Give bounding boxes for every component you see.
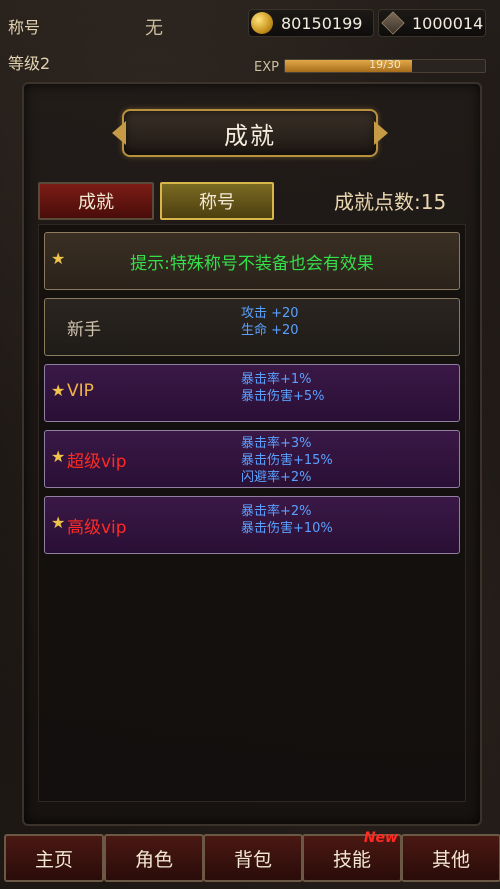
tab-achievements[interactable]: 成就	[38, 182, 154, 220]
exp-text: 19/30	[369, 58, 401, 71]
title-name: 超级vip	[67, 452, 127, 472]
nav-other-button[interactable]: 其他	[401, 834, 500, 882]
banner-right-ornament-icon	[374, 121, 388, 145]
nav-home-button[interactable]: 主页	[4, 834, 104, 882]
tab-titles[interactable]: 称号	[160, 182, 274, 220]
stat-line: 生命 +20	[241, 323, 299, 338]
level-label: 等级2	[8, 54, 51, 73]
title-stats: 暴击率+2% 暴击伤害+10%	[241, 503, 333, 537]
nav-skills-label: 技能	[332, 848, 371, 871]
title-value: 无	[145, 18, 163, 39]
banner-left-ornament-icon	[112, 121, 126, 145]
stat-line: 暴击伤害+5%	[241, 389, 325, 404]
title-name: 新手	[67, 320, 101, 340]
star-icon: ★	[51, 381, 66, 400]
stat-line: 攻击 +20	[241, 306, 299, 321]
new-badge: New	[363, 830, 398, 846]
list-item-title[interactable]: ★ VIP 暴击率+1% 暴击伤害+5%	[44, 364, 460, 422]
stat-line: 暴击率+1%	[241, 372, 312, 387]
nav-character-button[interactable]: 角色	[104, 834, 204, 882]
title-name: VIP	[67, 381, 94, 401]
page-title-banner: 成就	[112, 103, 388, 163]
title-stats: 攻击 +20 生命 +20	[241, 305, 299, 339]
exp-label: EXP	[254, 60, 279, 75]
gem-icon	[381, 11, 405, 35]
title-label: 称号	[8, 18, 41, 37]
star-icon: ★	[51, 513, 66, 532]
exp-bar: 19/30	[284, 58, 486, 73]
stat-line: 暴击率+3%	[241, 436, 312, 451]
gem-amount: 1000014	[412, 13, 484, 33]
achievement-points: 成就点数:15	[334, 190, 447, 214]
nav-bag-button[interactable]: 背包	[203, 834, 303, 882]
stat-line: 闪避率+2%	[241, 470, 312, 485]
stat-line: 暴击伤害+15%	[241, 453, 333, 468]
title-stats: 暴击率+1% 暴击伤害+5%	[241, 371, 325, 405]
list-item-title[interactable]: 新手 攻击 +20 生命 +20	[44, 298, 460, 356]
page-title: 成就	[224, 121, 276, 150]
star-icon: ★	[51, 447, 66, 466]
gold-coin-icon	[251, 12, 273, 34]
title-name: 高级vip	[67, 518, 127, 538]
stat-line: 暴击率+2%	[241, 504, 312, 519]
list-item-title[interactable]: ★ 高级vip 暴击率+2% 暴击伤害+10%	[44, 496, 460, 554]
nav-skills-button[interactable]: 技能 New	[302, 830, 402, 882]
gold-amount: 80150199	[281, 13, 363, 33]
gold-display[interactable]: 80150199	[248, 9, 374, 37]
gem-display[interactable]: 1000014	[378, 9, 486, 37]
hint-text: 提示:特殊称号不装备也会有效果	[130, 254, 374, 274]
title-stats: 暴击率+3% 暴击伤害+15% 闪避率+2%	[241, 435, 333, 486]
stat-line: 暴击伤害+10%	[241, 521, 333, 536]
hint-row: ★ 提示:特殊称号不装备也会有效果	[44, 232, 460, 290]
list-item-title[interactable]: ★ 超级vip 暴击率+3% 暴击伤害+15% 闪避率+2%	[44, 430, 460, 488]
